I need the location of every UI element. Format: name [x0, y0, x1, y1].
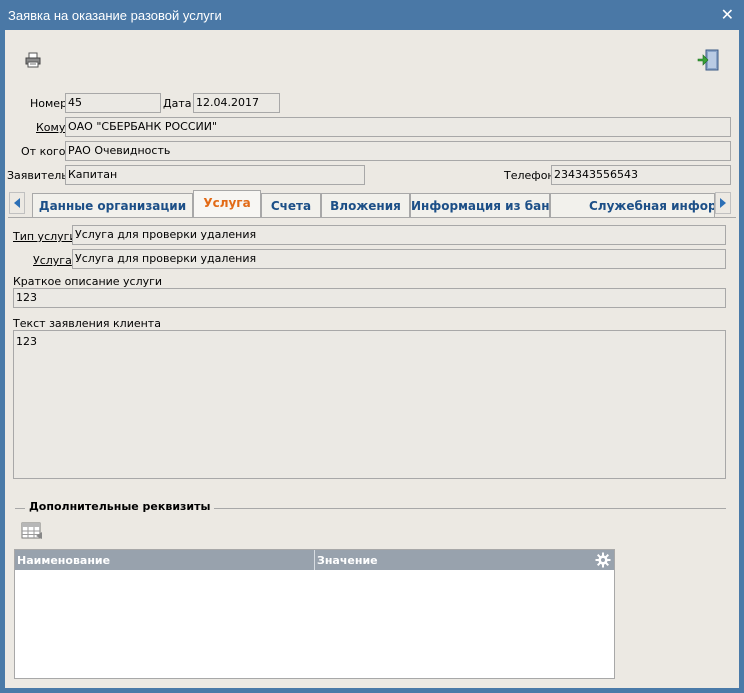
short-description-field[interactable]: 123: [13, 288, 726, 308]
window-title: Заявка на оказание разовой услуги: [8, 8, 222, 23]
date-field[interactable]: 12.04.2017: [193, 93, 280, 113]
tab-bank-info[interactable]: Информация из банка: [410, 193, 550, 217]
gear-icon[interactable]: [595, 552, 611, 568]
client-text-label: Текст заявления клиента: [13, 317, 161, 330]
number-field[interactable]: 45: [65, 93, 161, 113]
date-label: Дата: [163, 97, 192, 110]
dialog-body: Номер 45 Дата 12.04.2017 Кому ОАО "СБЕРБ…: [5, 30, 739, 688]
printer-icon[interactable]: [25, 52, 41, 68]
table-icon[interactable]: [21, 522, 43, 540]
phone-label: Телефон: [504, 169, 555, 182]
window: Заявка на оказание разовой услуги ✕ Номе…: [0, 0, 744, 693]
tab-scroll-right-button[interactable]: [715, 192, 731, 214]
service-type-link[interactable]: Тип услуги: [13, 230, 77, 243]
client-text-area[interactable]: 123: [13, 330, 726, 479]
applicant-field[interactable]: Капитан: [65, 165, 365, 185]
tab-scroll-left-button[interactable]: [9, 192, 25, 214]
tab-attachments[interactable]: Вложения: [321, 193, 410, 217]
additional-details-title: Дополнительные реквизиты: [25, 500, 215, 513]
from-label: От кого: [21, 145, 66, 158]
title-bar: Заявка на оказание разовой услуги ✕: [0, 0, 744, 30]
phone-field[interactable]: 234343556543: [551, 165, 731, 185]
to-link[interactable]: Кому: [36, 121, 65, 134]
tab-left-arrow-icon: [14, 198, 20, 208]
service-field[interactable]: Услуга для проверки удаления: [72, 249, 726, 269]
to-field[interactable]: ОАО "СБЕРБАНК РОССИИ": [65, 117, 731, 137]
service-link[interactable]: Услуга: [33, 254, 72, 267]
from-field[interactable]: РАО Очевидность: [65, 141, 731, 161]
short-description-label: Краткое описание услуги: [13, 275, 163, 288]
number-label: Номер: [30, 97, 68, 110]
close-icon[interactable]: ✕: [721, 5, 734, 24]
tab-service[interactable]: Услуга: [193, 190, 261, 218]
tab-accounts[interactable]: Счета: [261, 193, 321, 217]
exit-door-icon[interactable]: [697, 48, 721, 72]
column-header-value[interactable]: Значение: [315, 550, 380, 570]
tab-right-arrow-icon: [720, 198, 726, 208]
column-header-name[interactable]: Наименование: [15, 550, 112, 570]
table-header: Наименование Значение: [15, 550, 614, 570]
service-type-field[interactable]: Услуга для проверки удаления: [72, 225, 726, 245]
tab-service-info[interactable]: Служебная информ: [550, 193, 715, 217]
tab-organization-data[interactable]: Данные организации: [32, 193, 193, 217]
additional-details-table[interactable]: Наименование Значение: [14, 549, 615, 679]
applicant-label: Заявитель: [7, 169, 68, 182]
